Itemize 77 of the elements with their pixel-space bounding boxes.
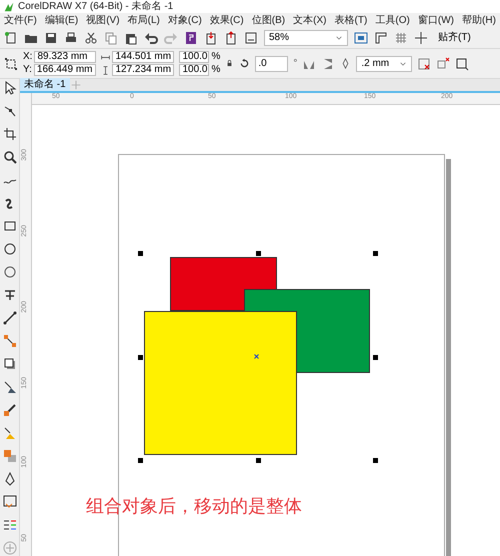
pointer-icon[interactable] [2,81,16,95]
import-icon[interactable] [204,31,218,45]
selection-handle[interactable] [373,251,378,256]
degree-sign: ° [293,58,298,68]
caption: 组合对象后，移动的是整体 [86,498,302,516]
selection-handle[interactable] [256,458,261,463]
menu-item[interactable]: 效果(C) [210,16,244,26]
percent-sign: % [211,52,220,62]
parallel-dimension-icon[interactable] [2,311,16,325]
snap-button[interactable]: 贴齐(T) [434,33,475,43]
crop-icon[interactable] [2,127,16,141]
field-label: X: [23,52,32,62]
menu-item[interactable]: 对象(C) [168,16,202,26]
rotation-field[interactable]: .0 [255,56,288,72]
connector-icon[interactable] [2,334,16,348]
menu-item[interactable]: 窗口(W) [418,16,454,26]
window-title: CorelDRAW X7 (64-Bit) - 未命名 -1 [18,2,174,12]
guidelines-icon[interactable] [414,31,428,45]
zoom-icon[interactable] [2,150,16,164]
export-icon[interactable] [224,31,238,45]
grid-icon[interactable] [394,31,408,45]
width-icon [101,52,110,62]
height-icon [101,66,110,74]
outline-pen-icon[interactable] [2,472,16,486]
save-icon[interactable] [44,31,58,45]
menu-item[interactable]: 表格(T) [334,16,368,26]
selection-handle[interactable] [256,251,261,256]
selection-handle[interactable] [138,458,143,463]
menu-item[interactable]: 位图(B) [252,16,286,26]
selection-handle[interactable] [373,458,378,463]
field-label: Y: [23,65,32,75]
ellipse-icon[interactable] [2,242,16,256]
document-tab[interactable]: 未命名 -1 [20,78,70,91]
menu-item[interactable]: 视图(V) [86,16,120,26]
selection-handle[interactable] [373,355,378,360]
rotate-icon [239,58,250,69]
outline-width-dropdown[interactable]: .2 mm [356,56,412,72]
caret-icon [335,34,343,42]
undo-icon[interactable] [144,31,158,45]
zoom-dropdown[interactable]: 58% [264,30,348,46]
color-styles-icon[interactable] [2,518,16,532]
object-position-icon[interactable] [4,56,18,70]
full-screen-icon[interactable] [354,31,368,45]
center-mark-icon [253,353,260,360]
app-launcher-icon[interactable] [184,31,198,45]
size-field[interactable]: 144.501 mm [112,51,174,63]
smart-fill-icon[interactable] [2,449,16,463]
scale-field[interactable]: 100.0 [179,64,210,76]
menu-item[interactable]: 帮助(H) [462,16,496,26]
menu-item[interactable]: 文本(X) [293,16,326,26]
scissors-icon[interactable] [84,31,98,45]
eyedropper-icon[interactable] [2,403,16,417]
transparency-icon[interactable] [2,380,16,394]
copy-icon[interactable] [104,31,118,45]
print-icon[interactable] [64,31,78,45]
scale-field[interactable]: 100.0 [179,51,210,63]
menu-item[interactable]: 布局(L) [128,16,160,26]
menu-item[interactable]: 编辑(E) [44,16,78,26]
text-tool-icon[interactable] [2,288,16,302]
polygon-icon[interactable] [2,265,16,279]
new-document-icon[interactable] [4,31,18,45]
lock-icon[interactable] [225,59,234,68]
position-field[interactable]: 89.323 mm [34,51,96,63]
size-field[interactable]: 127.234 mm [112,64,174,76]
menu-item[interactable]: 工具(O) [375,16,410,26]
shape-tool-icon[interactable] [2,104,16,118]
object-manager-icon[interactable] [2,495,16,509]
selection-handle[interactable] [138,251,143,256]
selection-handle[interactable] [138,355,143,360]
menu-item[interactable]: 文件(F) [4,16,37,26]
position-field[interactable]: 166.449 mm [34,64,96,76]
drop-shadow-icon[interactable] [2,357,16,371]
rulers-icon[interactable] [374,31,388,45]
rectangle-icon[interactable] [2,219,16,233]
percent-sign: % [211,65,220,75]
interactive-fill-icon[interactable] [2,426,16,440]
paste-icon[interactable] [124,31,138,45]
